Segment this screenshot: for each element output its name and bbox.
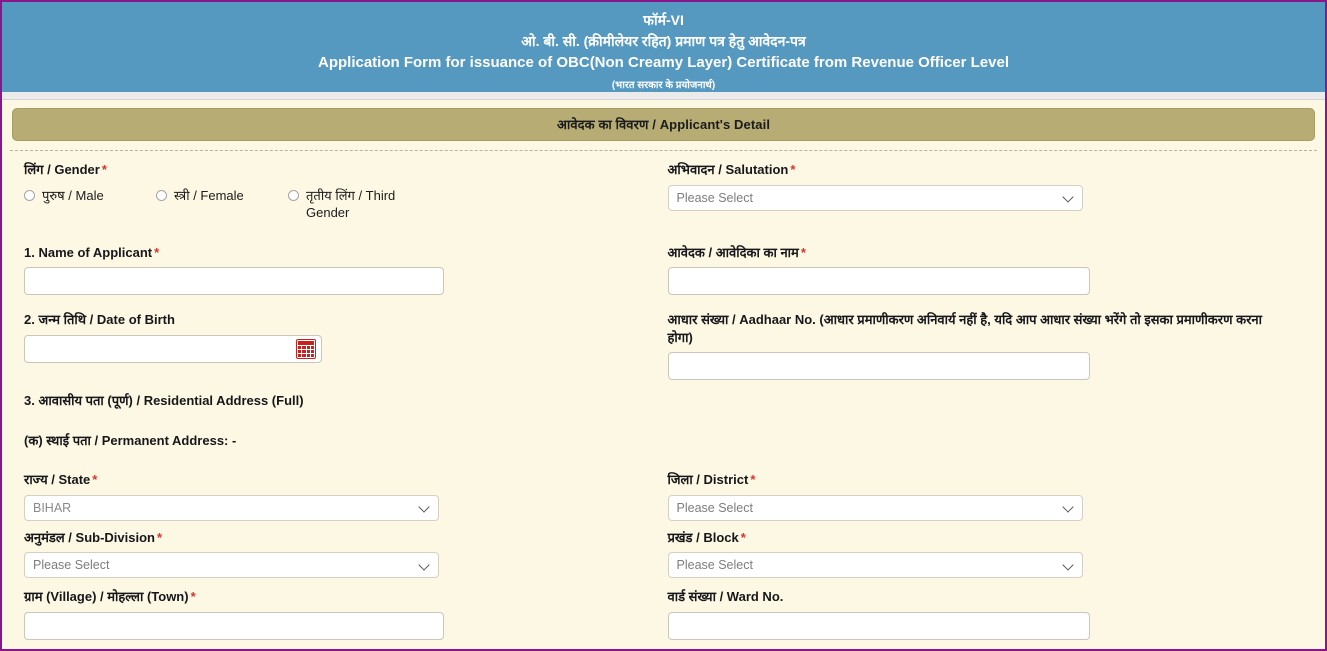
radio-circle-icon[interactable] bbox=[24, 189, 35, 201]
application-form-page: फॉर्म-VI ओ. बी. सी. (क्रीमीलेयर रहित) प्… bbox=[0, 0, 1327, 651]
required-marker: * bbox=[190, 589, 196, 605]
row-dob-aadhaar: 2. जन्म तिथि / Date of Birth आधार संख्या… bbox=[24, 311, 1304, 381]
village-input[interactable] bbox=[24, 612, 444, 641]
required-marker: * bbox=[101, 162, 107, 177]
permanent-address-label: (क) स्थाई पता / Permanent Address: - bbox=[24, 432, 237, 448]
required-marker: * bbox=[740, 529, 746, 545]
required-marker: * bbox=[154, 244, 160, 260]
dob-input[interactable] bbox=[24, 334, 322, 363]
chevron-down-icon bbox=[419, 560, 430, 571]
field-state: राज्य / State * BIHAR bbox=[24, 471, 664, 521]
salutation-label: अभिवादन / Salutation * bbox=[667, 162, 796, 177]
village-label: ग्राम (Village) / मोहल्ला (Town) * bbox=[24, 589, 196, 605]
aadhaar-label: आधार संख्या / Aadhaar No. (आधार प्रमाणीक… bbox=[667, 312, 1263, 345]
sub-division-label: अनुमंडल / Sub-Division * bbox=[24, 529, 163, 545]
name-applicant-input[interactable] bbox=[24, 267, 444, 296]
radio-label: स्त्री / Female bbox=[174, 187, 244, 203]
residential-address-label: 3. आवासीय पता (पूर्ण) / Residential Addr… bbox=[24, 393, 304, 409]
field-gender: लिंग / Gender * पुरुष / Male स्त्री / Fem… bbox=[24, 161, 664, 222]
form-body: लिंग / Gender * पुरुष / Male स्त्री / Fem… bbox=[2, 151, 1325, 649]
name-applicant-hindi-label: आवेदक / आवेदिका का नाम * bbox=[667, 244, 806, 260]
ward-no-label: वार्ड संख्या / Ward No. bbox=[667, 589, 784, 605]
field-name-applicant-en: 1. Name of Applicant * bbox=[24, 244, 664, 296]
form-title-hindi: ओ. बी. सी. (क्रीमीलेयर रहित) प्रमाण पत्र… bbox=[521, 33, 806, 49]
chevron-down-icon bbox=[1063, 192, 1074, 203]
dob-label: 2. जन्म तिथि / Date of Birth bbox=[24, 312, 175, 328]
state-selected-value: BIHAR bbox=[33, 500, 72, 515]
chevron-down-icon bbox=[1063, 560, 1074, 571]
field-name-applicant-hi: आवेदक / आवेदिका का नाम * bbox=[664, 244, 1304, 296]
row-state-district: राज्य / State * BIHAR जिला / District * Pl… bbox=[24, 471, 1303, 521]
sub-division-selected-value: Please Select bbox=[33, 558, 110, 573]
radio-gender-male[interactable]: पुरुष / Male bbox=[24, 187, 156, 205]
district-selected-value: Please Select bbox=[676, 500, 753, 515]
field-salutation: अभिवादन / Salutation * Please Select bbox=[664, 161, 1304, 222]
row-village-ward: ग्राम (Village) / मोहल्ला (Town) * वार्ड … bbox=[24, 588, 1304, 641]
chevron-down-icon bbox=[1063, 502, 1074, 513]
required-marker: * bbox=[156, 529, 163, 545]
salutation-selected-value: Please Select bbox=[676, 190, 753, 205]
radio-gender-third[interactable]: तृतीय लिंग / Third Gender bbox=[288, 187, 438, 222]
block-select[interactable]: Please Select bbox=[667, 552, 1083, 579]
form-subtitle-hindi: (भारत सरकार के प्रयोजनार्थ) bbox=[611, 79, 716, 91]
chevron-down-icon bbox=[419, 502, 430, 513]
radio-label: पुरुष / Male bbox=[42, 187, 104, 203]
residential-address-heading: 3. आवासीय पता (पूर्ण) / Residential Addr… bbox=[24, 392, 664, 416]
state-select[interactable]: BIHAR bbox=[24, 494, 439, 521]
form-header: फॉर्म-VI ओ. बी. सी. (क्रीमीलेयर रहित) प्… bbox=[2, 2, 1325, 92]
field-ward-no: वार्ड संख्या / Ward No. bbox=[664, 588, 1304, 641]
name-applicant-label: 1. Name of Applicant * bbox=[24, 244, 160, 260]
form-number: फॉर्म-VI bbox=[643, 12, 684, 28]
sub-division-select[interactable]: Please Select bbox=[24, 552, 439, 579]
ward-no-input[interactable] bbox=[667, 612, 1090, 641]
form-title-english: Application Form for issuance of OBC(Non… bbox=[318, 54, 1009, 71]
required-marker: * bbox=[92, 472, 98, 488]
block-label: प्रखंड / Block * bbox=[667, 529, 746, 545]
radio-circle-icon[interactable] bbox=[156, 189, 167, 201]
calendar-icon[interactable] bbox=[296, 338, 316, 359]
district-select[interactable]: Please Select bbox=[667, 494, 1083, 521]
required-marker: * bbox=[800, 244, 806, 260]
calendar-icon-grid bbox=[298, 345, 314, 357]
gender-radio-group: पुरुष / Male स्त्री / Female तृतीय लिंग … bbox=[24, 185, 640, 222]
radio-label: तृतीय लिंग / Third Gender bbox=[306, 187, 396, 221]
row-residential-address-heading: 3. आवासीय पता (पूर्ण) / Residential Addr… bbox=[24, 392, 1303, 416]
state-label: राज्य / State * bbox=[24, 472, 98, 488]
section-bar-container: आवेदक का विवरण / Applicant's Detail bbox=[2, 100, 1325, 141]
field-block: प्रखंड / Block * Please Select bbox=[664, 529, 1304, 579]
field-sub-division: अनुमंडल / Sub-Division * Please Select bbox=[24, 529, 664, 579]
field-district: जिला / District * Please Select bbox=[664, 471, 1304, 521]
district-label: जिला / District * bbox=[667, 472, 756, 488]
block-selected-value: Please Select bbox=[676, 558, 753, 573]
field-aadhaar: आधार संख्या / Aadhaar No. (आधार प्रमाणीक… bbox=[664, 311, 1304, 381]
required-marker: * bbox=[750, 472, 756, 488]
radio-circle-icon[interactable] bbox=[288, 189, 299, 201]
row-gender-salutation: लिंग / Gender * पुरुष / Male स्त्री / Fem… bbox=[24, 161, 1303, 222]
permanent-address-heading: (क) स्थाई पता / Permanent Address: - bbox=[24, 432, 664, 456]
field-village: ग्राम (Village) / मोहल्ला (Town) * bbox=[24, 588, 664, 641]
required-marker: * bbox=[790, 162, 796, 177]
section-title-applicant-detail: आवेदक का विवरण / Applicant's Detail bbox=[12, 108, 1315, 141]
row-permanent-address-heading: (क) स्थाई पता / Permanent Address: - bbox=[24, 432, 1303, 456]
field-date-of-birth: 2. जन्म तिथि / Date of Birth bbox=[24, 311, 664, 380]
aadhaar-input[interactable] bbox=[667, 352, 1090, 381]
row-applicant-name: 1. Name of Applicant * आवेदक / आवेदिका का… bbox=[24, 244, 1303, 296]
name-applicant-hindi-input[interactable] bbox=[667, 267, 1090, 296]
header-divider bbox=[2, 92, 1325, 100]
radio-gender-female[interactable]: स्त्री / Female bbox=[156, 187, 288, 205]
row-subdivision-block: अनुमंडल / Sub-Division * Please Select प्… bbox=[24, 529, 1303, 579]
dob-input-wrapper bbox=[24, 334, 322, 363]
salutation-select[interactable]: Please Select bbox=[667, 184, 1083, 211]
gender-label: लिंग / Gender * bbox=[24, 162, 107, 177]
